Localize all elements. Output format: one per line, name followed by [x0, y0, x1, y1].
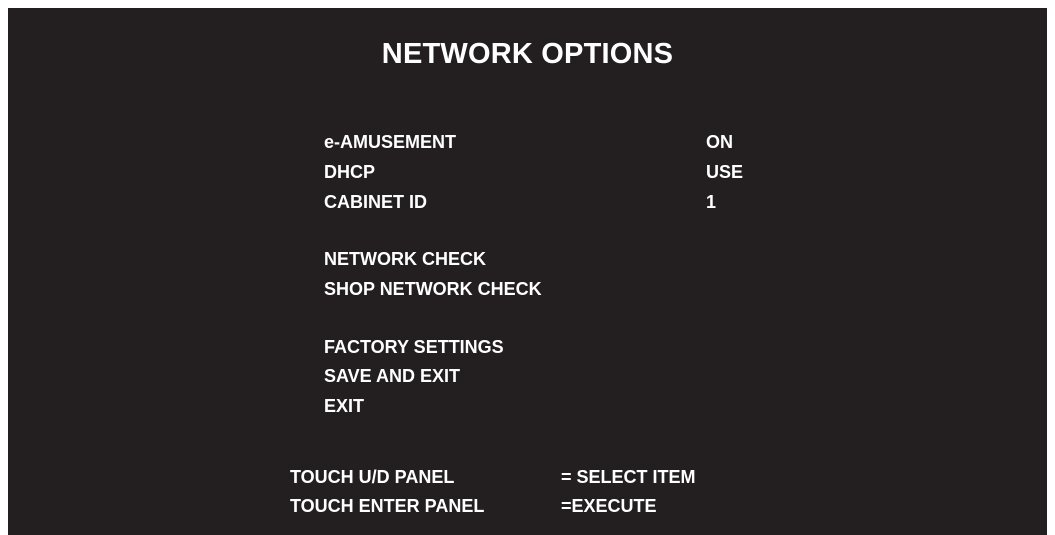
dhcp-value: USE — [706, 162, 744, 182]
help-key-enter-panel: TOUCH ENTER PANEL — [290, 496, 485, 516]
menu-item-cabinet-id[interactable]: CABINET ID — [324, 191, 427, 213]
cabinet-id-value: 1 — [706, 192, 717, 212]
help-action-select-item: = SELECT ITEM — [561, 467, 696, 487]
page-title: NETWORK OPTIONS — [381, 38, 674, 70]
menu-item-save-and-exit[interactable]: SAVE AND EXIT — [324, 365, 460, 387]
menu-item-factory-settings[interactable]: FACTORY SETTINGS — [324, 336, 504, 358]
e-amusement-value: ON — [706, 132, 733, 152]
menu-item-network-check[interactable]: NETWORK CHECK — [324, 248, 486, 270]
menu-item-dhcp[interactable]: DHCP — [324, 161, 375, 183]
menu-item-e-amusement[interactable]: e-AMUSEMENT — [324, 131, 456, 153]
network-options-screen: NETWORK OPTIONS e-AMUSEMENT ON DHCP USE … — [8, 8, 1047, 535]
menu-item-shop-network-check[interactable]: SHOP NETWORK CHECK — [324, 278, 542, 300]
menu-item-exit[interactable]: EXIT — [324, 395, 364, 417]
help-action-execute: =EXECUTE — [561, 496, 657, 516]
help-key-ud-panel: TOUCH U/D PANEL — [290, 467, 455, 487]
